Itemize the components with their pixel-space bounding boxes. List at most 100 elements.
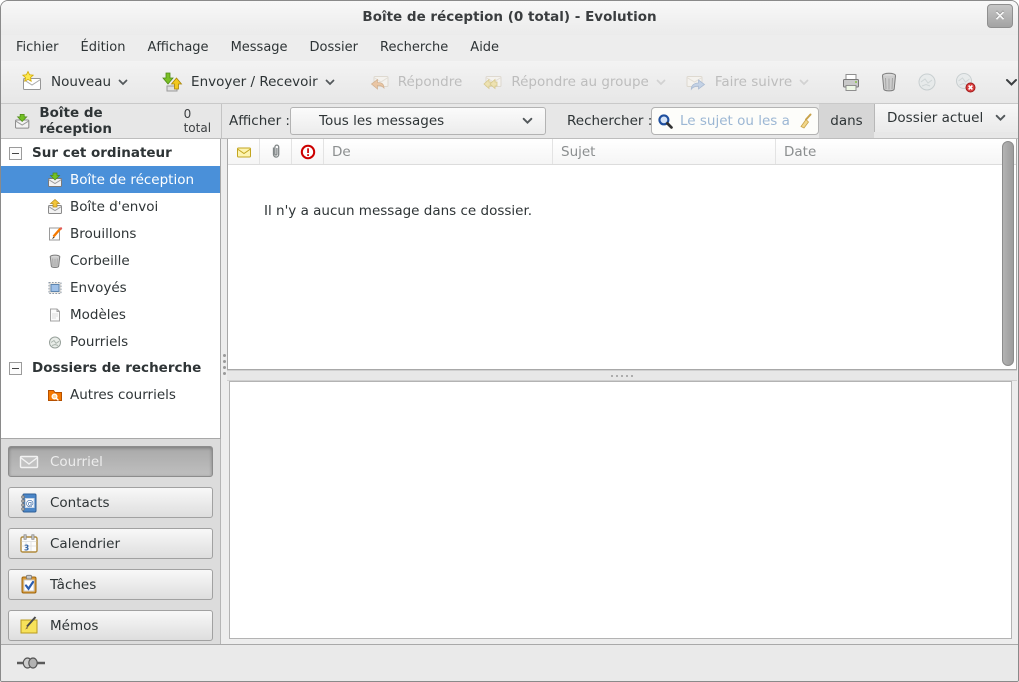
reply-button[interactable]: Répondre [358, 65, 472, 99]
message-filter-dropdown[interactable]: Tous les messages [290, 107, 546, 135]
switcher-contacts-button[interactable]: @ Contacts [8, 487, 213, 518]
folder-other-mail[interactable]: Autres courriels [1, 381, 220, 408]
mail-icon [18, 451, 40, 473]
scrollbar-thumb[interactable] [1002, 141, 1014, 366]
chevron-down-icon [522, 117, 533, 125]
message-list-header: De Sujet Date [228, 139, 1016, 165]
new-button-label: Nouveau [51, 74, 111, 90]
trash-icon [47, 253, 63, 269]
print-icon [839, 70, 863, 94]
folder-label: Modèles [70, 307, 126, 323]
not-junk-button[interactable] [946, 65, 984, 99]
tree-group-on-this-computer[interactable]: Sur cet ordinateur [1, 140, 220, 166]
switcher-mail-button[interactable]: Courriel [8, 446, 213, 477]
tree-group-search-folders[interactable]: Dossiers de recherche [1, 355, 220, 381]
new-button[interactable]: Nouveau [11, 65, 137, 99]
splitter-handle-dots [611, 375, 613, 377]
folder-junk[interactable]: Pourriels [1, 328, 220, 355]
folder-outbox[interactable]: Boîte d'envoi [1, 193, 220, 220]
folder-tree: Sur cet ordinateur Boîte de réception Bo… [1, 139, 221, 439]
send-receive-label: Envoyer / Recevoir [191, 74, 318, 90]
search-input[interactable] [678, 112, 793, 130]
menu-recherche[interactable]: Recherche [369, 35, 459, 61]
close-icon: × [994, 8, 1006, 24]
menu-edition[interactable]: Édition [70, 35, 137, 61]
switcher-tasks-button[interactable]: Tâches [8, 569, 213, 600]
switcher-memos-button[interactable]: Mémos [8, 610, 213, 641]
delete-button[interactable] [870, 65, 908, 99]
column-from[interactable]: De [324, 139, 553, 164]
menu-affichage[interactable]: Affichage [136, 35, 219, 61]
message-list-scrollbar[interactable] [1002, 141, 1014, 366]
switcher-calendar-button[interactable]: 3 Calendrier [8, 528, 213, 559]
expander-icon[interactable] [9, 147, 22, 160]
reply-icon [367, 70, 391, 94]
search-icon[interactable] [657, 113, 674, 130]
folder-inbox[interactable]: Boîte de réception [1, 166, 220, 193]
search-label: Rechercher : [567, 104, 652, 138]
clear-search-icon[interactable] [797, 113, 813, 129]
reply-group-button[interactable]: Répondre au groupe [471, 65, 675, 99]
preview-pane[interactable] [229, 381, 1012, 639]
chevron-down-icon [656, 79, 666, 86]
message-filter-value: Tous les messages [319, 113, 444, 129]
window-title: Boîte de réception (0 total) - Evolution [1, 1, 1018, 33]
overflow-chevron-icon [1005, 78, 1018, 87]
send-receive-icon [160, 70, 184, 94]
forward-button[interactable]: Faire suivre [675, 65, 818, 99]
attachment-icon [268, 144, 284, 160]
junk-folder-icon [47, 334, 63, 350]
drafts-icon [47, 226, 63, 242]
folder-label: Pourriels [70, 334, 128, 350]
folder-label: Envoyés [70, 280, 127, 296]
menu-dossier[interactable]: Dossier [299, 35, 369, 61]
column-date[interactable]: Date [776, 139, 1016, 164]
inbox-icon [47, 172, 63, 188]
toolbar-overflow-button[interactable] [998, 73, 1019, 92]
titlebar[interactable]: Boîte de réception (0 total) - Evolution… [1, 1, 1018, 35]
column-subject[interactable]: Sujet [553, 139, 776, 164]
send-receive-button[interactable]: Envoyer / Recevoir [151, 65, 344, 99]
folder-drafts[interactable]: Brouillons [1, 220, 220, 247]
reply-button-label: Répondre [398, 74, 463, 90]
column-priority[interactable] [292, 139, 324, 164]
folder-label: Boîte de réception [70, 172, 194, 188]
priority-icon [300, 144, 316, 160]
search-folder-icon [47, 387, 63, 403]
junk-button[interactable] [908, 65, 946, 99]
svg-text:3: 3 [24, 543, 29, 552]
switcher-label: Courriel [50, 454, 103, 470]
column-date-label: Date [784, 144, 816, 160]
expander-icon[interactable] [9, 362, 22, 375]
view-switcher: Courriel @ Contacts [1, 439, 221, 644]
chevron-down-icon [799, 79, 809, 86]
search-entry[interactable] [651, 107, 819, 135]
switcher-label: Tâches [50, 577, 96, 593]
menu-aide[interactable]: Aide [459, 35, 510, 61]
pane-splitter[interactable] [227, 370, 1017, 381]
online-status-icon[interactable] [17, 656, 45, 670]
search-scope-dropdown[interactable]: Dossier actuel [874, 104, 1018, 132]
toolbar: Nouveau Envoyer / Recevoir Répondre [1, 61, 1018, 104]
column-attachment[interactable] [260, 139, 292, 164]
tree-group-label: Dossiers de recherche [32, 360, 201, 376]
close-button[interactable]: × [987, 4, 1013, 28]
column-from-label: De [332, 144, 351, 160]
column-status[interactable] [228, 139, 260, 164]
print-button[interactable] [832, 65, 870, 99]
switcher-label: Mémos [50, 618, 98, 634]
sidebar-resize-handle[interactable] [223, 354, 226, 357]
chevron-down-icon [118, 79, 128, 86]
folder-trash[interactable]: Corbeille [1, 247, 220, 274]
memos-icon [18, 615, 40, 637]
folder-templates[interactable]: Modèles [1, 301, 220, 328]
folder-label: Corbeille [70, 253, 130, 269]
show-label: Afficher : [229, 104, 290, 138]
current-folder-name: Boîte de réception [39, 105, 174, 137]
menu-message[interactable]: Message [220, 35, 299, 61]
folder-sent[interactable]: Envoyés [1, 274, 220, 301]
delete-icon [877, 70, 901, 94]
switcher-label: Contacts [50, 495, 110, 511]
menu-fichier[interactable]: Fichier [5, 35, 70, 61]
svg-text:@: @ [26, 498, 34, 507]
